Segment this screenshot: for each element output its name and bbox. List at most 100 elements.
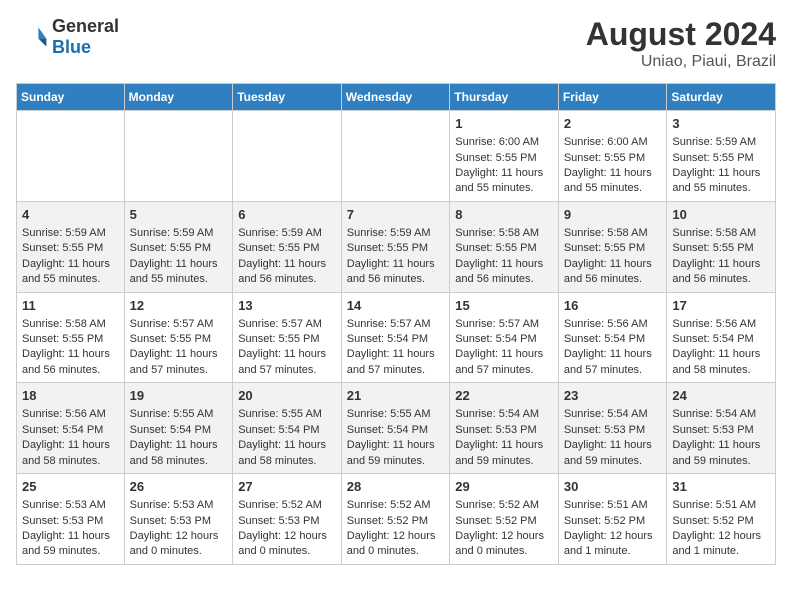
day-number: 10 [672,206,770,224]
day-info-line: Daylight: 11 hours [347,438,445,453]
day-info-line: and 56 minutes. [347,272,445,287]
weekday-header-monday: Monday [124,84,233,111]
calendar-cell: 5 Sunrise: 5:59 AMSunset: 5:55 PMDaylight… [124,201,233,292]
day-number: 6 [238,206,336,224]
day-info-line: and 55 minutes. [22,272,119,287]
day-info-line: Daylight: 11 hours [22,529,119,544]
day-number: 21 [347,387,445,405]
day-info-line: Sunset: 5:55 PM [455,151,553,166]
day-info-line: and 1 minute. [672,544,770,559]
calendar-cell: 28Sunrise: 5:52 AMSunset: 5:52 PMDayligh… [341,474,450,565]
day-info-line: Daylight: 12 hours [564,529,662,544]
day-info-line: Sunrise: 5:56 AM [564,317,662,332]
day-number: 28 [347,478,445,496]
calendar-cell: 13Sunrise: 5:57 AMSunset: 5:55 PMDayligh… [233,292,342,383]
day-info-line: Sunset: 5:54 PM [564,332,662,347]
day-info-line: Daylight: 11 hours [455,438,553,453]
calendar-cell: 26Sunrise: 5:53 AMSunset: 5:53 PMDayligh… [124,474,233,565]
weekday-header-wednesday: Wednesday [341,84,450,111]
calendar-cell: 9Sunrise: 5:58 AMSunset: 5:55 PMDaylight… [558,201,667,292]
day-number: 25 [22,478,119,496]
day-info-line: and 58 minutes. [238,454,336,469]
day-number: 16 [564,297,662,315]
day-info-line: Sunrise: 5:59 AM [238,226,336,241]
day-info-line: Daylight: 11 hours [22,257,119,272]
day-info-line: Sunset: 5:52 PM [564,514,662,529]
day-info-line: and 1 minute. [564,544,662,559]
day-info-line: and 0 minutes. [455,544,553,559]
day-info-line: and 57 minutes. [238,363,336,378]
day-info-line: Sunrise: 5:59 AM [347,226,445,241]
day-info-line: Daylight: 11 hours [238,438,336,453]
month-year-title: August 2024 [586,16,776,53]
day-info-line: Sunset: 5:55 PM [564,241,662,256]
calendar-cell: 19Sunrise: 5:55 AMSunset: 5:54 PMDayligh… [124,383,233,474]
day-info-line: Sunset: 5:54 PM [455,332,553,347]
calendar-cell [341,111,450,202]
day-info-line: and 59 minutes. [347,454,445,469]
day-info-line: Daylight: 11 hours [455,257,553,272]
day-info-line: Sunset: 5:55 PM [22,241,119,256]
day-info-line: Daylight: 11 hours [564,438,662,453]
day-info-line: Sunrise: 5:53 AM [22,498,119,513]
day-number: 29 [455,478,553,496]
day-info-line: Sunset: 5:55 PM [130,332,228,347]
day-info-line: Daylight: 11 hours [564,166,662,181]
day-number: 18 [22,387,119,405]
day-info-line: Sunset: 5:55 PM [130,241,228,256]
day-info-line: Sunrise: 6:00 AM [564,135,662,150]
day-info-line: and 55 minutes. [130,272,228,287]
day-info-line: Sunrise: 5:58 AM [672,226,770,241]
day-info-line: and 57 minutes. [564,363,662,378]
day-info-line: and 0 minutes. [347,544,445,559]
day-info-line: Daylight: 11 hours [130,257,228,272]
day-number: 27 [238,478,336,496]
day-info-line: Daylight: 11 hours [22,438,119,453]
day-info-line: Sunset: 5:54 PM [347,423,445,438]
day-info-line: Sunrise: 5:55 AM [130,407,228,422]
day-info-line: and 55 minutes. [564,181,662,196]
day-number: 9 [564,206,662,224]
logo-blue-text: Blue [52,37,119,58]
calendar-cell [233,111,342,202]
calendar-cell: 2Sunrise: 6:00 AMSunset: 5:55 PMDaylight… [558,111,667,202]
day-info-line: and 59 minutes. [22,544,119,559]
day-number: 8 [455,206,553,224]
calendar-cell: 12Sunrise: 5:57 AMSunset: 5:55 PMDayligh… [124,292,233,383]
calendar-cell: 1Sunrise: 6:00 AMSunset: 5:55 PMDaylight… [450,111,559,202]
weekday-header-tuesday: Tuesday [233,84,342,111]
day-info-line: Daylight: 11 hours [672,166,770,181]
day-info-line: and 57 minutes. [455,363,553,378]
day-info-line: Daylight: 11 hours [22,347,119,362]
day-info-line: Sunset: 5:52 PM [672,514,770,529]
day-info-line: Sunrise: 5:58 AM [455,226,553,241]
logo-text: General Blue [52,16,119,58]
day-number: 24 [672,387,770,405]
day-number: 12 [130,297,228,315]
title-block: August 2024 Uniao, Piaui, Brazil [586,16,776,71]
calendar-cell: 11Sunrise: 5:58 AMSunset: 5:55 PMDayligh… [17,292,125,383]
logo-icon [16,21,48,53]
day-info-line: Sunrise: 5:56 AM [22,407,119,422]
calendar-cell: 22Sunrise: 5:54 AMSunset: 5:53 PMDayligh… [450,383,559,474]
day-info-line: Sunset: 5:52 PM [347,514,445,529]
day-number: 14 [347,297,445,315]
day-info-line: Sunset: 5:54 PM [22,423,119,438]
day-info-line: Daylight: 12 hours [130,529,228,544]
day-info-line: Daylight: 11 hours [564,257,662,272]
day-info-line: Sunset: 5:53 PM [130,514,228,529]
day-info-line: Sunrise: 5:53 AM [130,498,228,513]
day-number: 7 [347,206,445,224]
day-info-line: and 59 minutes. [672,454,770,469]
day-info-line: and 58 minutes. [672,363,770,378]
day-number: 13 [238,297,336,315]
day-number: 19 [130,387,228,405]
day-number: 23 [564,387,662,405]
day-info-line: and 56 minutes. [564,272,662,287]
day-info-line: Daylight: 11 hours [672,438,770,453]
day-number: 5 [130,206,228,224]
day-info-line: Sunrise: 5:59 AM [130,226,228,241]
calendar-week-row: 18Sunrise: 5:56 AMSunset: 5:54 PMDayligh… [17,383,776,474]
day-info-line: Sunrise: 5:58 AM [22,317,119,332]
day-number: 20 [238,387,336,405]
